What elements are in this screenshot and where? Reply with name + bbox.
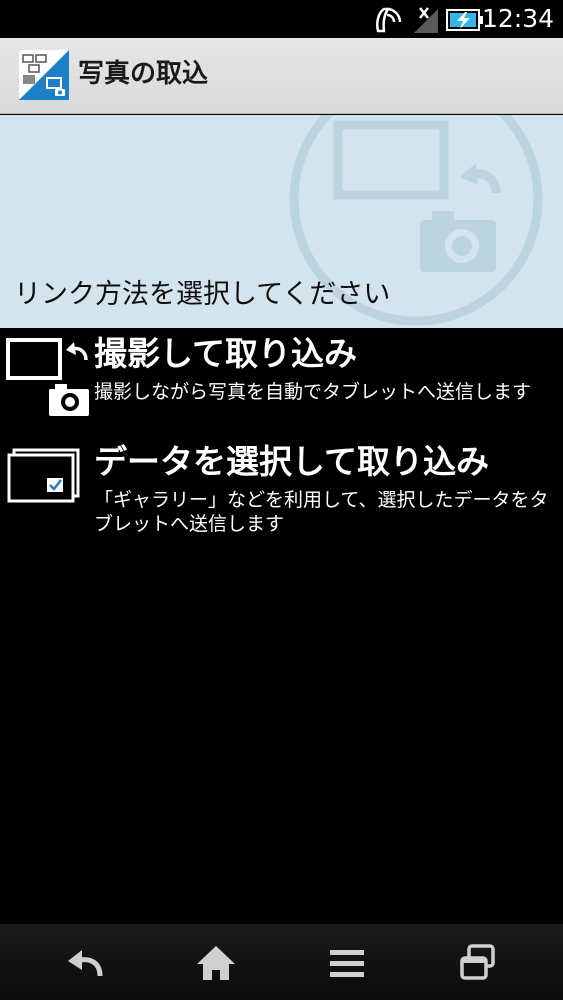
nfc-icon [376, 7, 402, 33]
home-icon[interactable] [191, 938, 241, 988]
clock-time: 12:34 [481, 4, 554, 33]
select-data-icon [7, 448, 80, 503]
app-title: 写真の取込 [78, 59, 209, 89]
option-description: 撮影しながら写真を自動でタブレットへ送信します [94, 381, 532, 403]
option-title: 撮影して取り込み [94, 334, 358, 373]
tablet-camera-icon [6, 338, 89, 416]
recent-apps-icon[interactable] [453, 938, 503, 988]
menu-icon[interactable] [322, 938, 372, 988]
option-capture-and-import[interactable]: 撮影して取り込み 撮影しながら写真を自動でタブレットへ送信します [0, 328, 563, 430]
option-select-data-and-import[interactable]: データを選択して取り込み 「ギャラリー」などを利用して、選択したデータをタブレッ… [0, 440, 563, 550]
battery-charging-icon [446, 9, 483, 31]
back-icon[interactable] [60, 938, 110, 988]
action-bar: 写真の取込 [0, 38, 563, 114]
option-description: 「ギャラリー」などを利用して、選択したデータをタブレットへ送信します [94, 489, 549, 535]
select-link-method-prompt: リンク方法を選択してください [14, 279, 391, 310]
instruction-banner: リンク方法を選択してください [0, 115, 563, 328]
no-signal-icon [414, 7, 438, 33]
photo-import-app-icon[interactable] [19, 50, 69, 100]
navigation-bar [0, 924, 563, 1000]
option-title: データを選択して取り込み [94, 442, 490, 481]
status-bar: 12:34 [0, 0, 563, 38]
